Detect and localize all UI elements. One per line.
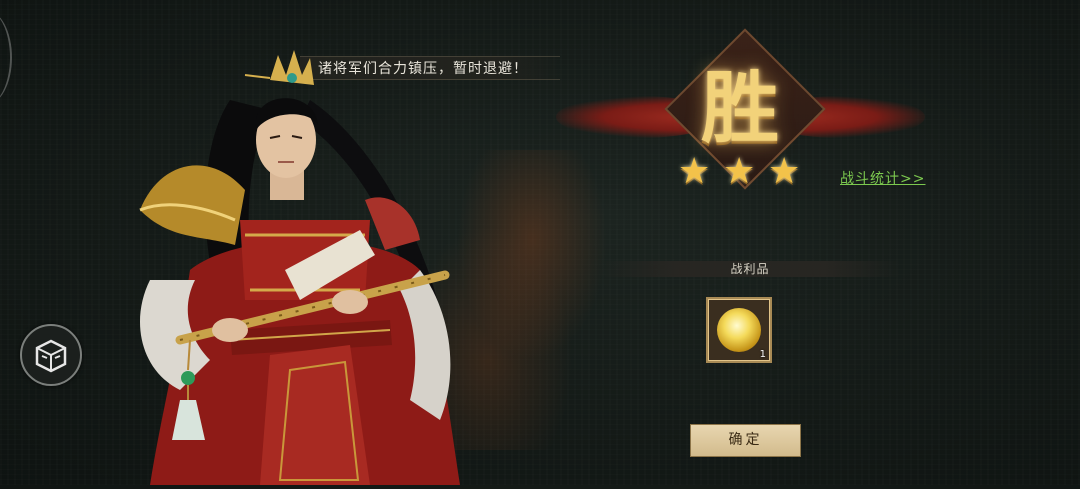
edge-arc-decoration: [0, 10, 12, 105]
star-icon: ★: [723, 151, 756, 192]
crate-badge-button[interactable]: [20, 324, 82, 386]
star-rating: ★ ★ ★: [678, 152, 808, 192]
golden-orb-icon: [717, 308, 761, 352]
victory-title: 胜: [700, 63, 779, 154]
crate-icon: [35, 339, 67, 373]
hero-portrait: [120, 40, 480, 485]
star-icon: ★: [768, 151, 801, 192]
loot-item-slot[interactable]: 1: [706, 297, 772, 363]
star-icon: ★: [678, 151, 711, 192]
loot-title: 战利品: [730, 262, 770, 276]
hero-illustration: [139, 50, 460, 485]
battle-stats-link[interactable]: 战斗统计>>: [840, 168, 925, 188]
confirm-button[interactable]: 确定: [690, 424, 801, 457]
item-count: 1: [759, 349, 766, 360]
